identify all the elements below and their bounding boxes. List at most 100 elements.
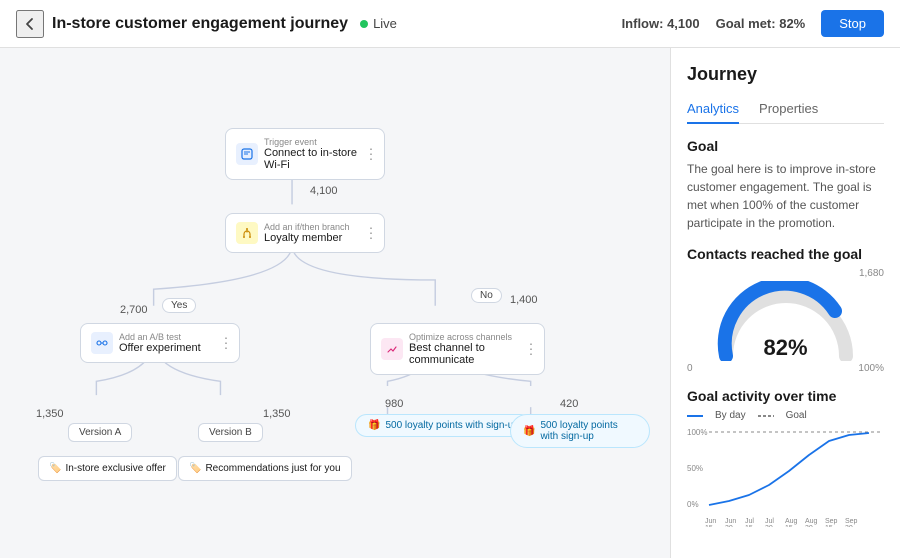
inflow-label: Inflow: [622,16,664,31]
back-button[interactable] [16,10,44,38]
channel-node: Optimize across channels Best channel to… [370,323,545,375]
svg-text:0%: 0% [687,500,699,509]
count-channel-left: 980 [385,398,403,410]
branch-menu[interactable]: ⋮ [364,225,378,242]
panel-tabs: Analytics Properties [687,95,884,124]
tab-analytics[interactable]: Analytics [687,95,739,124]
gauge-container: 1,680 82% 0 100% [687,268,884,374]
svg-text:Jul: Jul [745,518,754,525]
trigger-node: Trigger event Connect to in-store Wi-Fi … [225,128,385,180]
count-channel-right: 420 [560,398,578,410]
journey-canvas: Trigger event Connect to in-store Wi-Fi … [0,48,670,558]
journey-title: In-store customer engagement journey [52,15,348,33]
trigger-menu[interactable]: ⋮ [364,146,378,163]
channel-icon [381,338,403,360]
svg-text:Jun: Jun [705,518,716,525]
svg-text:50%: 50% [687,464,703,473]
svg-text:30: 30 [725,525,733,527]
trigger-type: Trigger event [264,137,374,147]
yes-badge: Yes [162,298,196,313]
activity-title: Goal activity over time [687,388,884,404]
goal-met-stat: Goal met: 82% [716,16,806,31]
offer-recommendations-label: Recommendations just for you [205,463,340,474]
panel-header: Journey Analytics Properties [671,48,900,124]
ab-node: Add an A/B test Offer experiment ⋮ [80,323,240,363]
loyalty-icon-1: 🎁 [368,420,380,431]
svg-text:15: 15 [745,525,753,527]
ab-type: Add an A/B test [119,332,201,342]
branch-icon [236,222,258,244]
gauge-labels: 0 100% [687,363,884,374]
goal-text: The goal here is to improve in-store cus… [687,160,884,232]
legend-by-day: By day [715,410,746,421]
count-no: 1,400 [510,294,538,306]
inflow-stat: Inflow: 4,100 [622,16,700,31]
svg-text:100%: 100% [687,428,707,437]
goal-met-label: Goal met: [716,16,776,31]
count-trigger-out: 4,100 [310,185,338,197]
ab-text: Add an A/B test Offer experiment [119,332,201,354]
goal-met-value: 82% [779,16,805,31]
gauge-wrapper: 82% [711,281,861,361]
svg-text:Aug: Aug [805,518,818,525]
branch-label: Loyalty member [264,232,350,244]
right-panel: Journey Analytics Properties Goal The go… [670,48,900,558]
svg-text:15: 15 [785,525,793,527]
stop-button[interactable]: Stop [821,10,884,37]
ab-menu[interactable]: ⋮ [219,335,233,352]
live-badge: Live [360,16,397,31]
channel-label: Best channel to communicate [409,342,534,366]
header: In-store customer engagement journey Liv… [0,0,900,48]
inflow-value: 4,100 [667,16,700,31]
offer-exclusive-icon: 🏷️ [49,463,61,474]
contacts-title: Contacts reached the goal [687,246,884,262]
no-badge: No [471,288,502,303]
goal-title: Goal [687,138,884,154]
channel-type: Optimize across channels [409,332,534,342]
branch-node: Add an if/then branch Loyalty member ⋮ [225,213,385,253]
svg-text:Jul: Jul [765,518,774,525]
gauge-max: 100% [858,363,884,374]
loyalty-label-2: 500 loyalty points with sign-up [540,420,637,442]
count-yes: 2,700 [120,304,148,316]
loyalty-box-1: 🎁 500 loyalty points with sign-up [355,414,532,437]
loyalty-icon-2: 🎁 [523,426,535,437]
header-stats: Inflow: 4,100 Goal met: 82% Stop [622,10,884,37]
count-ab-right: 1,350 [263,408,291,420]
legend-goal: Goal [786,410,807,421]
offer-recommendations-icon: 🏷️ [189,463,201,474]
offer-exclusive: 🏷️ In-store exclusive offer [38,456,177,481]
svg-text:Sep: Sep [825,518,838,525]
gauge-min: 0 [687,363,693,374]
goal-section: Goal The goal here is to improve in-stor… [687,138,884,232]
svg-text:30: 30 [845,525,853,527]
journey-flow: Trigger event Connect to in-store Wi-Fi … [20,68,650,538]
branch-type: Add an if/then branch [264,222,350,232]
loyalty-box-2: 🎁 500 loyalty points with sign-up [510,414,650,448]
legend-line-icon [687,415,703,417]
main-content: Trigger event Connect to in-store Wi-Fi … [0,48,900,558]
svg-text:30: 30 [765,525,773,527]
svg-text:Sep: Sep [845,518,858,525]
activity-chart-svg: 100% 50% 0% Jun 15 Jun 30 Jul 15 [687,427,885,527]
count-ab-left: 1,350 [36,408,64,420]
channel-menu[interactable]: ⋮ [524,341,538,358]
channel-text: Optimize across channels Best channel to… [409,332,534,366]
branch-text: Add an if/then branch Loyalty member [264,222,350,244]
gauge-percent: 82% [763,335,807,361]
activity-section: Goal activity over time By day Goal 100%… [687,388,884,532]
svg-text:15: 15 [705,525,713,527]
tab-properties[interactable]: Properties [759,95,818,124]
ab-icon [91,332,113,354]
version-b-badge: Version B [198,423,263,442]
trigger-label: Connect to in-store Wi-Fi [264,147,374,171]
live-dot-icon [360,20,368,28]
panel-body: Goal The goal here is to improve in-stor… [671,124,900,546]
loyalty-label-1: 500 loyalty points with sign-up [385,420,518,431]
svg-text:Jun: Jun [725,518,736,525]
trigger-icon [236,143,258,165]
svg-text:15: 15 [825,525,833,527]
chart-svg-wrap: 100% 50% 0% Jun 15 Jun 30 Jul 15 [687,427,884,532]
chart-legend: By day Goal [687,410,884,421]
trigger-text: Trigger event Connect to in-store Wi-Fi [264,137,374,171]
